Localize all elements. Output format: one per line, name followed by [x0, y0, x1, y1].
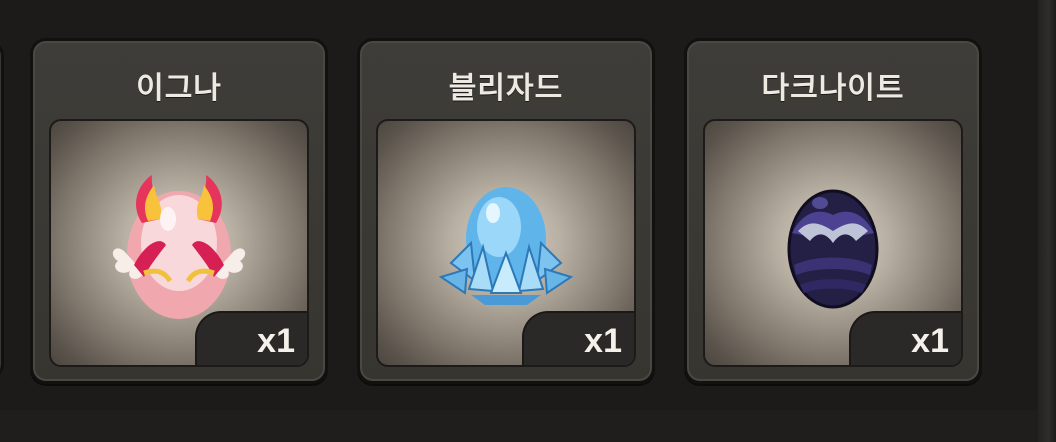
quantity-label: x1: [911, 322, 949, 360]
item-slot[interactable]: x1: [49, 119, 309, 367]
ice-egg-icon: [438, 186, 574, 305]
egg-card-blizzard[interactable]: 블리자드 x1: [357, 38, 655, 384]
fire-egg-icon: [112, 174, 246, 319]
panel-bottom-edge: [0, 410, 1056, 442]
partial-card-left[interactable]: [0, 40, 4, 380]
egg-card-dark-knight[interactable]: 다크나이트 x1: [684, 38, 982, 384]
card-title: 블리자드: [448, 71, 564, 106]
item-slot[interactable]: x1: [376, 119, 636, 367]
quantity-badge: x1: [522, 311, 634, 365]
card-title: 이그나: [136, 71, 222, 106]
panel-right-edge: [1038, 0, 1056, 442]
item-slot[interactable]: x1: [703, 119, 963, 367]
quantity-label: x1: [257, 322, 295, 360]
dark-egg-icon: [787, 189, 879, 309]
quantity-badge: x1: [195, 311, 307, 365]
egg-card-ignis[interactable]: 이그나 x1: [30, 38, 328, 384]
quantity-badge: x1: [849, 311, 961, 365]
card-title: 다크나이트: [761, 71, 905, 106]
quantity-label: x1: [584, 322, 622, 360]
